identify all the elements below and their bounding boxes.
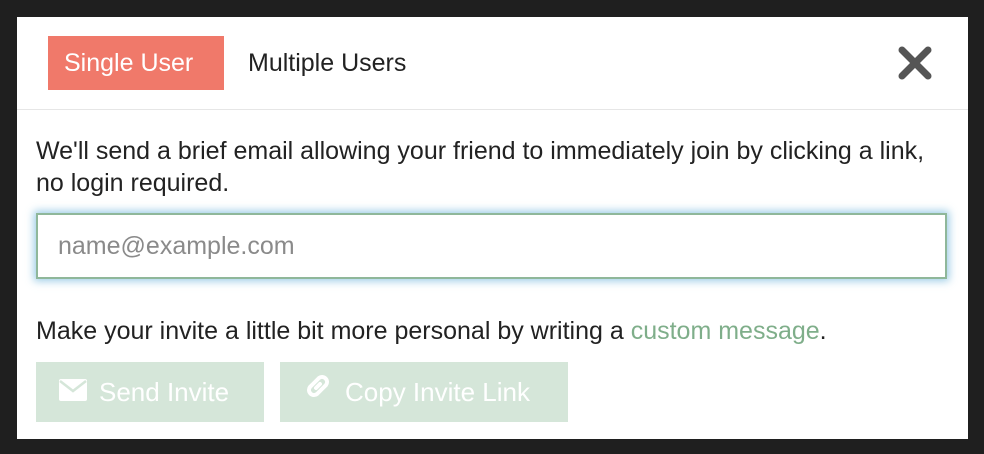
send-invite-label: Send Invite	[99, 377, 230, 407]
tab-multiple-users[interactable]: Multiple Users	[232, 36, 422, 90]
close-icon[interactable]	[897, 45, 933, 81]
personal-message-prompt: Make your invite a little bit more perso…	[36, 315, 956, 347]
send-invite-button[interactable]: Send Invite	[36, 362, 264, 422]
link-icon	[303, 362, 345, 422]
envelope-icon	[59, 362, 99, 422]
modal-header: Single User Multiple Users	[17, 17, 968, 110]
invite-modal: Single User Multiple Users We'll send a …	[17, 17, 968, 439]
invite-description: We'll send a brief email allowing your f…	[36, 137, 925, 197]
tab-single-user[interactable]: Single User	[48, 36, 224, 90]
custom-message-link[interactable]: custom message	[631, 317, 820, 345]
personal-prefix: Make your invite a little bit more perso…	[36, 317, 631, 345]
personal-suffix: .	[819, 317, 827, 345]
email-input[interactable]	[36, 213, 947, 279]
copy-invite-link-label: Copy Invite Link	[345, 377, 530, 407]
copy-invite-link-button[interactable]: Copy Invite Link	[280, 362, 568, 422]
